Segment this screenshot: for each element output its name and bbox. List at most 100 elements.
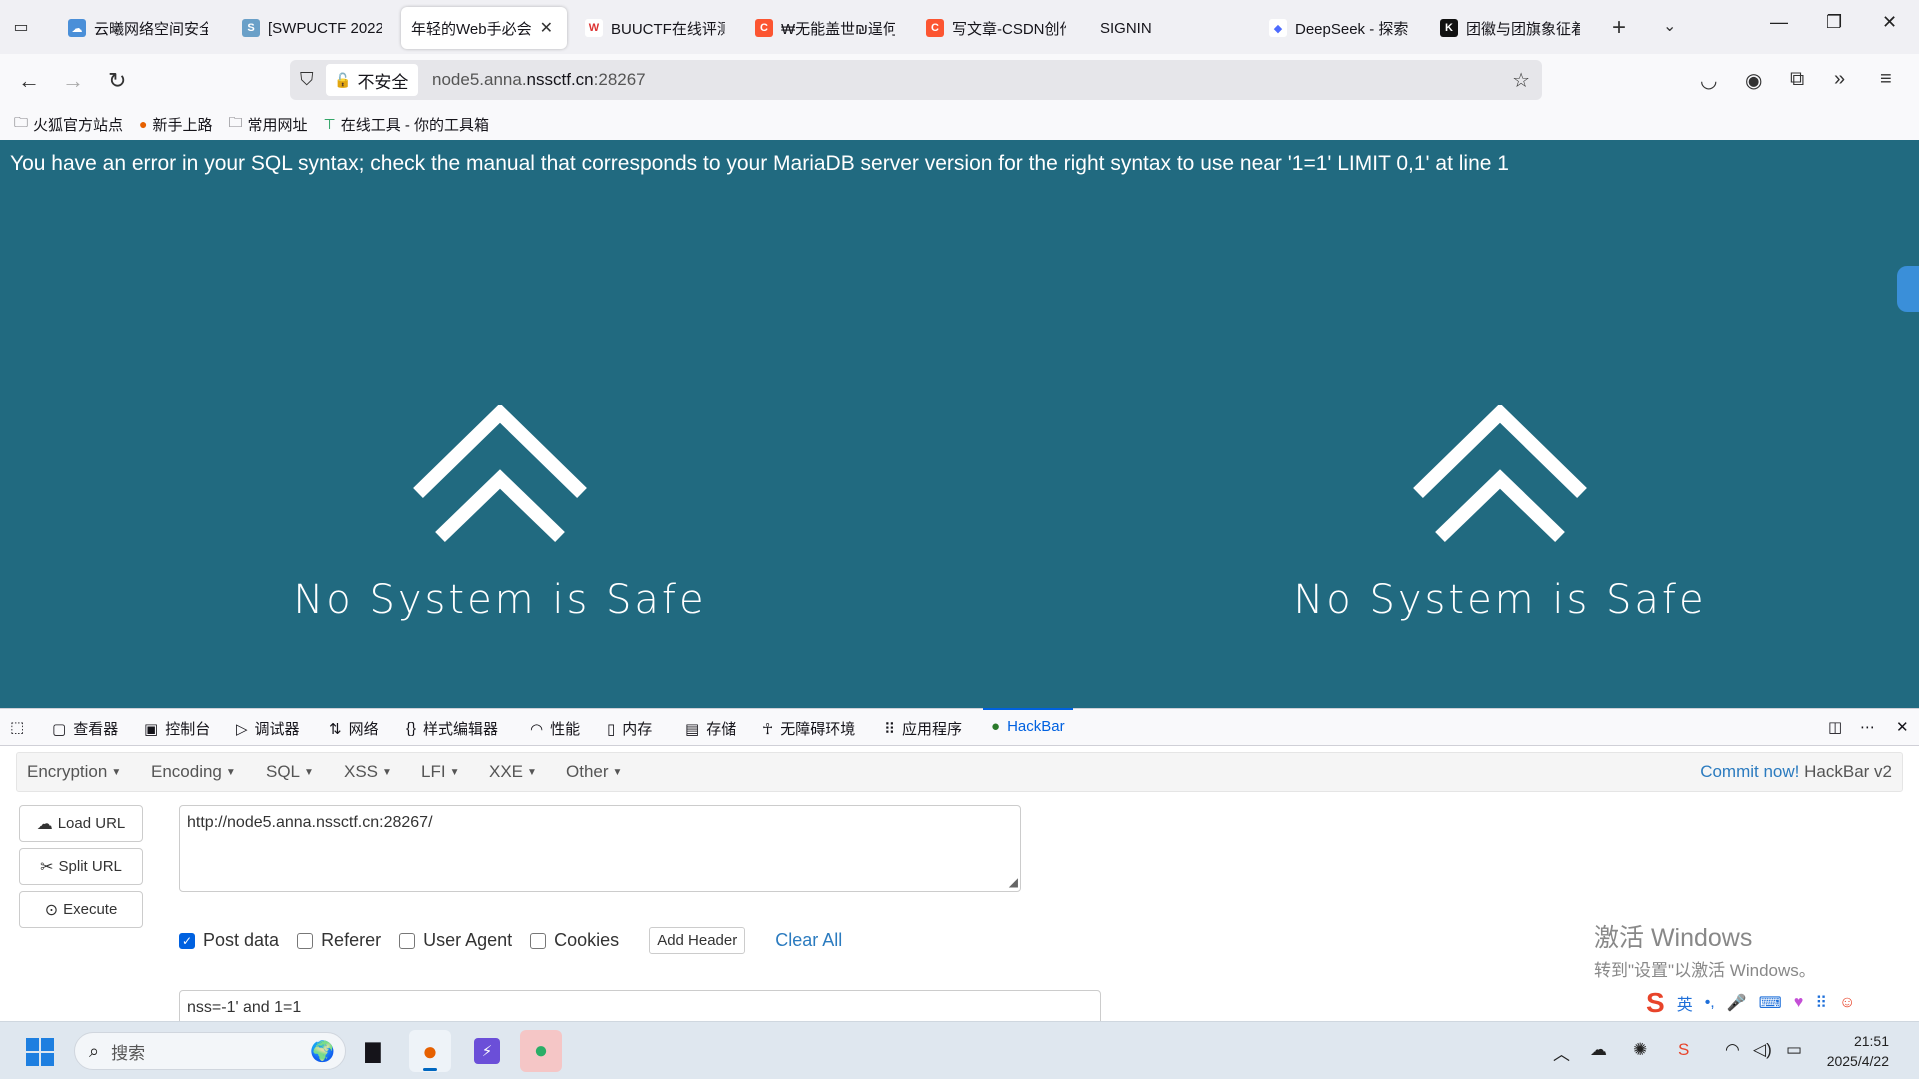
taskbar-clock[interactable]: 21:51 2025/4/22 — [1827, 1031, 1889, 1071]
show-hidden-icons-chevron[interactable]: ︿ — [1553, 1040, 1570, 1065]
close-tab-icon[interactable]: ✕ — [540, 18, 553, 38]
dock-side-icon[interactable]: ◫ — [1828, 718, 1849, 736]
hackbar-icon: ● — [991, 718, 1001, 735]
keyboard-icon[interactable]: ⌨ — [1759, 993, 1782, 1013]
hamburger-menu-icon[interactable]: ≡ — [1880, 68, 1892, 91]
caret-down-icon: ▼ — [449, 767, 460, 779]
memory-icon: ▯ — [607, 720, 616, 738]
tracking-shield-icon[interactable]: ⛉ — [300, 69, 314, 90]
battery-icon[interactable]: ▭ — [1786, 1040, 1802, 1060]
punctuation-icon[interactable]: •, — [1705, 994, 1715, 1012]
restore-icon[interactable]: ❐ — [1826, 12, 1842, 33]
execute-button[interactable]: ⊙ Execute — [19, 891, 143, 928]
forward-arrow-icon[interactable]: → — [62, 68, 84, 94]
element-picker-icon[interactable]: ⬚ — [10, 718, 31, 736]
chevron-down-icon[interactable]: ⌄ — [1663, 16, 1676, 36]
menu-encoding[interactable]: Encoding ▼ — [151, 762, 236, 782]
menu-lfi[interactable]: LFI ▼ — [421, 762, 459, 782]
cookies-checkbox[interactable]: Cookies — [530, 930, 619, 951]
bookmark-star-icon[interactable]: ☆ — [1512, 68, 1530, 93]
taskbar-search-box[interactable]: ⌕ 搜索 🌍 — [74, 1032, 346, 1070]
resize-grip-icon[interactable]: ◢ — [1009, 875, 1018, 889]
tools-icon: ⊤ — [323, 115, 336, 132]
post-data-checkbox[interactable]: ✓ Post data — [179, 930, 279, 951]
tab-csdn-write[interactable]: C 写文章-CSDN创作 — [916, 7, 1076, 49]
csdn-icon: C — [755, 19, 773, 37]
onedrive-icon[interactable]: ☁ — [1590, 1040, 1607, 1060]
tab-signin[interactable]: SIGNIN — [1090, 7, 1250, 49]
tab-network[interactable]: ⇅ 网络 — [329, 718, 379, 739]
extensions-icon[interactable]: ⧉ — [1790, 68, 1804, 91]
tab-csdn-blog[interactable]: C ₩无能盖世₪逞何 — [745, 7, 905, 49]
caret-down-icon: ▼ — [111, 767, 122, 779]
split-url-button[interactable]: ✂ Split URL — [19, 848, 143, 885]
list-all-tabs-icon[interactable]: ▭ — [10, 16, 32, 38]
site-security-indicator[interactable]: 🔓 不安全 — [326, 64, 419, 96]
tab-deepseek[interactable]: ◆ DeepSeek - 探索 — [1259, 7, 1419, 49]
close-window-icon[interactable]: ✕ — [1882, 12, 1897, 33]
overflow-chevron-icon[interactable]: » — [1834, 68, 1845, 91]
tab-style-editor[interactable]: {} 样式编辑器 — [406, 718, 498, 739]
volume-icon[interactable]: ◁) — [1753, 1040, 1772, 1060]
sogou-tray-icon[interactable]: S — [1678, 1040, 1689, 1060]
tab-tuanhui[interactable]: K 团徽与团旗象征着 — [1430, 7, 1590, 49]
bookmark-getting-started[interactable]: ● 新手上路 — [139, 114, 212, 135]
referer-checkbox[interactable]: Referer — [297, 930, 381, 951]
side-widget-handle[interactable] — [1897, 266, 1919, 312]
task-view-icon[interactable]: ▇ — [352, 1030, 394, 1072]
tray-app-icon[interactable]: ✺ — [1633, 1040, 1647, 1060]
sogou-icon[interactable]: S — [1646, 987, 1665, 1019]
emoji-icon[interactable]: ☺ — [1839, 994, 1855, 1012]
pocket-icon[interactable]: ◡ — [1700, 68, 1717, 93]
tab-application[interactable]: ⠿ 应用程序 — [884, 718, 962, 739]
tab-storage[interactable]: ▤ 存储 — [685, 718, 736, 739]
minimize-icon[interactable]: — — [1770, 12, 1788, 33]
menu-sql[interactable]: SQL ▼ — [266, 762, 314, 782]
tab-buuctf[interactable]: W BUUCTF在线评测 — [575, 7, 735, 49]
firefox-taskbar-icon[interactable]: ● — [409, 1030, 451, 1072]
wifi-icon[interactable]: ◠ — [1725, 1040, 1740, 1060]
account-icon[interactable]: ◉ — [1745, 68, 1762, 93]
tab-hackbar[interactable]: ● HackBar — [983, 708, 1073, 735]
address-bar[interactable]: ⛉ 🔓 不安全 node5.anna.nssctf.cn:28267 ☆ — [290, 60, 1542, 100]
skin-icon[interactable]: ♥ — [1794, 994, 1804, 1012]
tab-debugger[interactable]: ▷ 调试器 — [236, 718, 300, 739]
tab-inspector[interactable]: ▢ 查看器 — [52, 718, 118, 739]
more-options-icon[interactable]: ⋯ — [1860, 718, 1882, 736]
menu-other[interactable]: Other ▼ — [566, 762, 622, 782]
ime-lang-toggle[interactable]: 英 — [1677, 991, 1693, 1015]
visual-studio-icon[interactable]: ⚡ — [466, 1030, 508, 1072]
tab-yunxi[interactable]: ☁ 云曦网络空间安全 — [58, 7, 218, 49]
menu-xxe[interactable]: XXE ▼ — [489, 762, 537, 782]
bookmark-common-sites[interactable]: 🗀 常用网址 — [229, 112, 308, 136]
load-url-button[interactable]: ☁ Load URL — [19, 805, 143, 842]
tab-active-web[interactable]: 年轻的Web手必会 ✕ — [401, 7, 567, 49]
toolbox-icon[interactable]: ⠿ — [1815, 993, 1827, 1013]
tab-memory[interactable]: ▯ 内存 — [607, 718, 652, 739]
console-icon: ▣ — [144, 720, 159, 738]
tab-console[interactable]: ▣ 控制台 — [144, 718, 210, 739]
devtools-toolbar: ⬚ ▢ 查看器 ▣ 控制台 ▷ 调试器 ⇅ 网络 {} 样式编辑器 ◠ 性能 ▯ 内存 ▤ 存储… — [0, 708, 1919, 746]
clear-all-link[interactable]: Clear All — [775, 930, 842, 951]
windows-start-icon[interactable] — [26, 1038, 54, 1066]
menu-encryption[interactable]: Encryption ▼ — [27, 762, 121, 782]
user-agent-checkbox[interactable]: User Agent — [399, 930, 512, 951]
add-header-button[interactable]: Add Header — [649, 927, 746, 954]
reload-icon[interactable]: ↻ — [108, 68, 126, 94]
bookmark-online-tools[interactable]: ⊤ 在线工具 - 你的工具箱 — [324, 114, 490, 135]
menu-xss[interactable]: XSS ▼ — [344, 762, 392, 782]
back-arrow-icon[interactable]: ← — [18, 68, 40, 94]
bookmark-firefox-official[interactable]: 🗀 火狐官方站点 — [14, 112, 123, 136]
performance-icon: ◠ — [530, 720, 544, 738]
close-devtools-icon[interactable]: ✕ — [1896, 718, 1916, 736]
url-text[interactable]: node5.anna.nssctf.cn:28267 — [432, 70, 646, 90]
new-tab-icon[interactable]: + — [1612, 14, 1626, 42]
tab-swpuctf[interactable]: S [SWPUCTF 2022 — [232, 7, 392, 49]
url-textarea[interactable]: http://node5.anna.nssctf.cn:28267/ ◢ — [179, 805, 1021, 892]
tab-performance[interactable]: ◠ 性能 — [530, 718, 580, 739]
firefox-icon: ● — [139, 116, 148, 132]
wechat-icon[interactable]: ● — [520, 1030, 562, 1072]
commit-now-link[interactable]: Commit now! HackBar v2 — [1700, 762, 1892, 782]
tab-accessibility[interactable]: ☥ 无障碍环境 — [762, 718, 855, 739]
microphone-icon[interactable]: 🎤 — [1727, 993, 1747, 1013]
